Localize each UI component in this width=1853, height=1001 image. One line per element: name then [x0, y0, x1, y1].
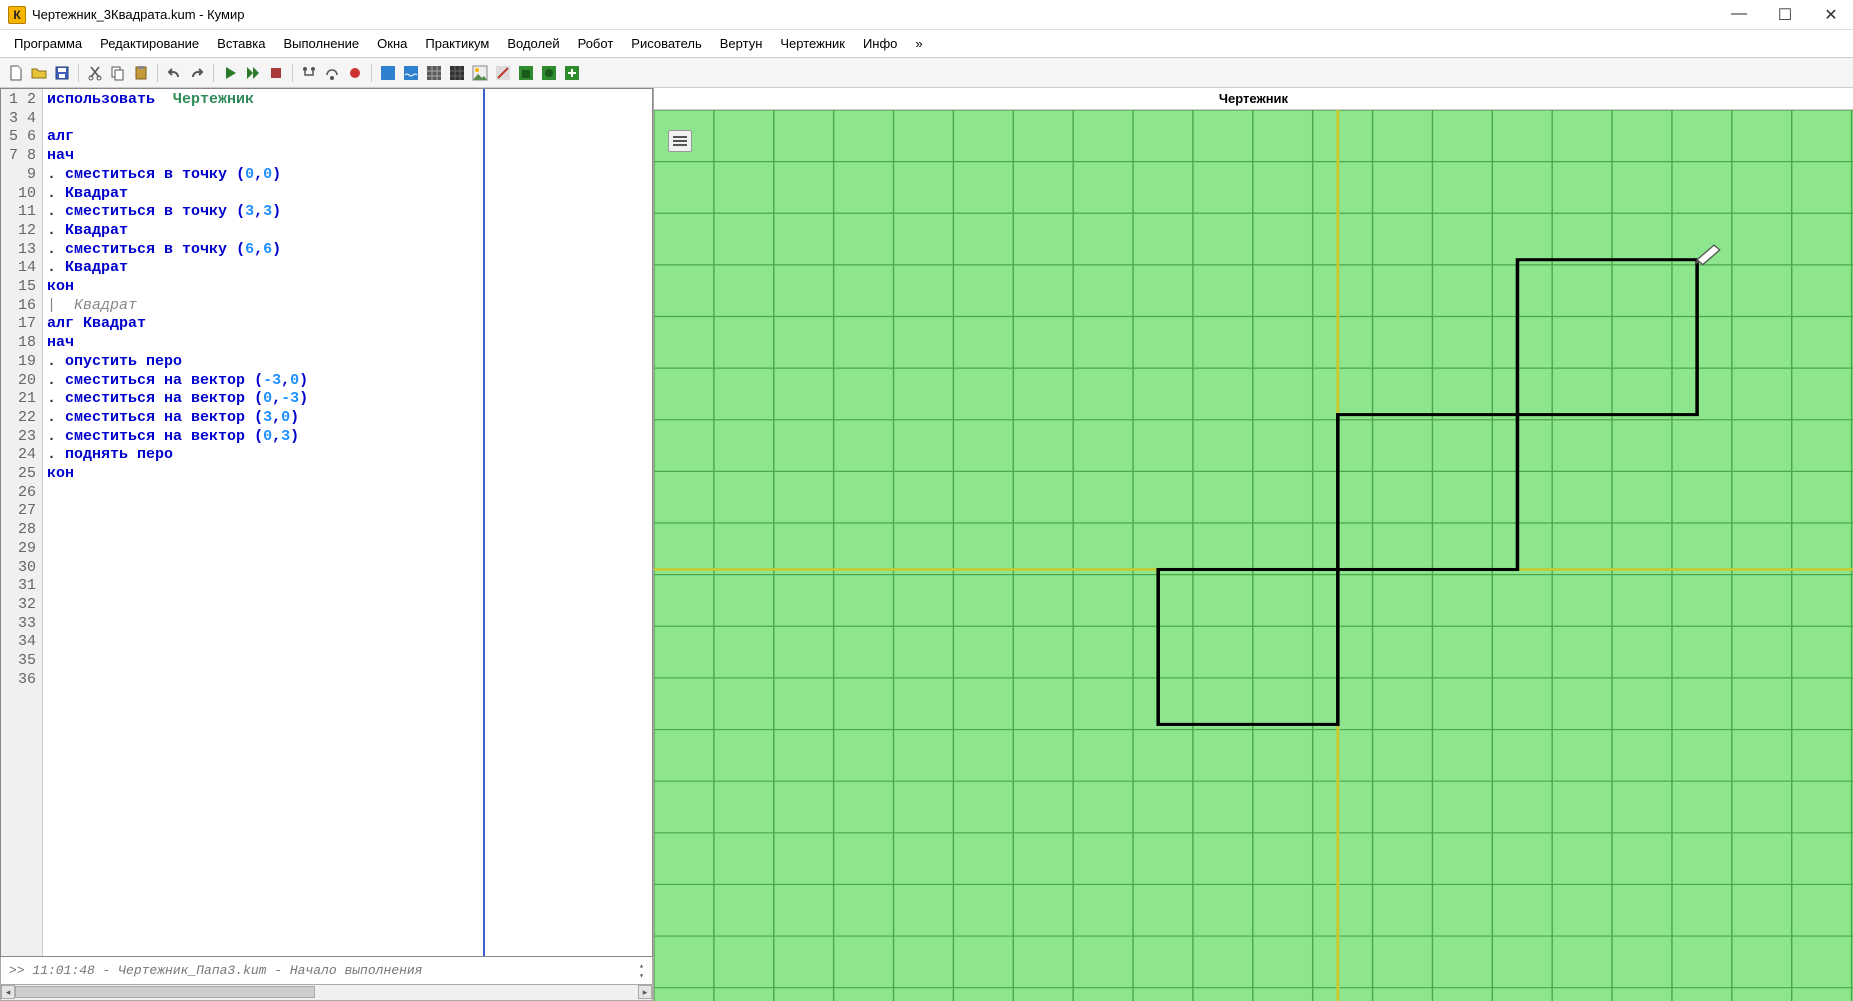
canvas-title: Чертежник [654, 88, 1853, 110]
code-right-margin [485, 89, 652, 956]
redo-icon[interactable] [187, 63, 207, 83]
stop-icon[interactable] [266, 63, 286, 83]
world-blue-icon[interactable] [378, 63, 398, 83]
scroll-thumb[interactable] [15, 986, 315, 998]
paste-icon[interactable] [131, 63, 151, 83]
run-icon[interactable] [220, 63, 240, 83]
menu-item-11[interactable]: Инфо [855, 33, 905, 54]
hamburger-icon [673, 140, 687, 142]
save-file-icon[interactable] [52, 63, 72, 83]
open-file-icon[interactable] [29, 63, 49, 83]
cut-icon[interactable] [85, 63, 105, 83]
menu-item-9[interactable]: Вертун [712, 33, 771, 54]
menu-item-4[interactable]: Окна [369, 33, 415, 54]
image-icon[interactable] [470, 63, 490, 83]
water-icon[interactable] [401, 63, 421, 83]
window-controls: — ☐ ✕ [1725, 5, 1845, 25]
step-over-icon[interactable] [322, 63, 342, 83]
maximize-button[interactable]: ☐ [1771, 5, 1799, 25]
menu-item-2[interactable]: Вставка [209, 33, 273, 54]
copy-icon[interactable] [108, 63, 128, 83]
menu-item-12[interactable]: » [907, 33, 930, 54]
status-bar: >> 11:01:48 - Чертежник_Папа3.kum - Нача… [0, 957, 653, 985]
new-file-icon[interactable] [6, 63, 26, 83]
editor-pane: 1 2 3 4 5 6 7 8 9 10 11 12 13 14 15 16 1… [0, 88, 654, 1001]
green-plus-icon[interactable] [562, 63, 582, 83]
status-scroll-arrows[interactable]: ▴▾ [639, 961, 644, 981]
status-text: >> 11:01:48 - Чертежник_Папа3.kum - Нача… [9, 963, 422, 978]
menu-item-10[interactable]: Чертежник [772, 33, 853, 54]
content-area: 1 2 3 4 5 6 7 8 9 10 11 12 13 14 15 16 1… [0, 88, 1853, 1001]
titlebar: К Чертежник_3Квадрата.kum - Кумир — ☐ ✕ [0, 0, 1853, 30]
drafter-canvas-svg [654, 110, 1853, 1001]
menu-item-3[interactable]: Выполнение [275, 33, 367, 54]
minimize-button[interactable]: — [1725, 5, 1753, 25]
editor[interactable]: 1 2 3 4 5 6 7 8 9 10 11 12 13 14 15 16 1… [0, 88, 653, 957]
run-step-icon[interactable] [243, 63, 263, 83]
window-title: Чертежник_3Квадрата.kum - Кумир [32, 7, 1725, 22]
line-number-gutter: 1 2 3 4 5 6 7 8 9 10 11 12 13 14 15 16 1… [1, 89, 43, 956]
menu-item-7[interactable]: Робот [570, 33, 622, 54]
green-robot2-icon[interactable] [539, 63, 559, 83]
menu-item-6[interactable]: Водолей [499, 33, 567, 54]
horizontal-scrollbar[interactable]: ◂ ▸ [0, 985, 653, 1001]
canvas-pane: Чертежник [654, 88, 1853, 1001]
menu-item-1[interactable]: Редактирование [92, 33, 207, 54]
menu-item-8[interactable]: Рисователь [623, 33, 709, 54]
menu-item-5[interactable]: Практикум [417, 33, 497, 54]
menubar: ПрограммаРедактированиеВставкаВыполнение… [0, 30, 1853, 58]
code-area[interactable]: использовать Чертежник алг нач . сместит… [43, 89, 652, 956]
canvas[interactable] [654, 110, 1853, 1001]
scroll-right-icon[interactable]: ▸ [638, 985, 652, 999]
canvas-menu-button[interactable] [668, 130, 692, 152]
step-into-icon[interactable] [299, 63, 319, 83]
breakpoint-icon[interactable] [345, 63, 365, 83]
scroll-left-icon[interactable]: ◂ [1, 985, 15, 999]
toolbar [0, 58, 1853, 88]
close-button[interactable]: ✕ [1817, 5, 1845, 25]
robot-grid-icon[interactable] [424, 63, 444, 83]
undo-icon[interactable] [164, 63, 184, 83]
green-robot1-icon[interactable] [516, 63, 536, 83]
menu-item-0[interactable]: Программа [6, 33, 90, 54]
code-text[interactable]: использовать Чертежник алг нач . сместит… [43, 89, 485, 956]
grid-dark-icon[interactable] [447, 63, 467, 83]
app-icon: К [8, 6, 26, 24]
drafter-pen-icon[interactable] [493, 63, 513, 83]
